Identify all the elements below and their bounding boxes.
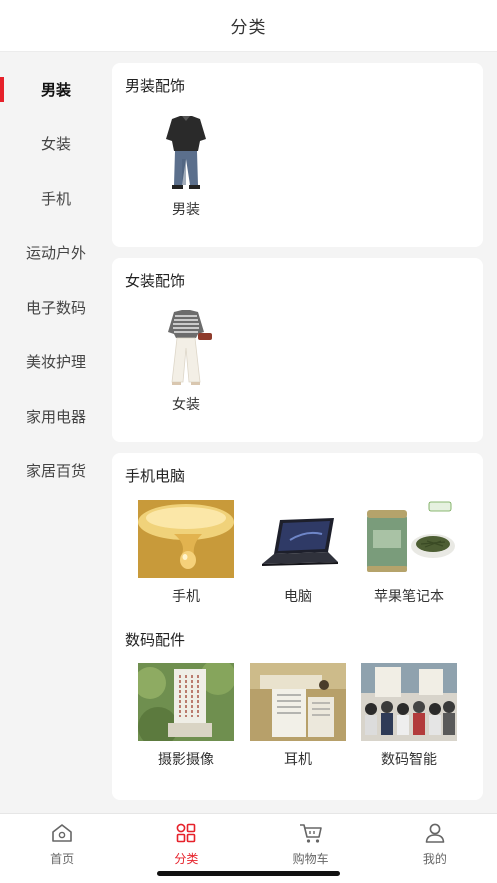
sidebar-item-label: 女装 (40, 135, 71, 154)
sidebar-item-home[interactable]: 家居百货 (0, 444, 112, 499)
section-title: 女装配饰 (125, 272, 186, 290)
category-tile-earphones[interactable]: 耳机 (248, 663, 348, 769)
category-tile-camera[interactable]: 摄影摄像 (136, 663, 236, 769)
tab-label: 分类 (174, 852, 199, 866)
category-sidebar: 男装 女装 手机 运动户外 电子数码 美妆护理 家用电器 家居百货 (0, 53, 112, 813)
sidebar-item-label: 电子数码 (25, 298, 86, 317)
cart-icon (299, 822, 323, 848)
tile-label: 苹果笔记本 (374, 589, 444, 605)
tab-label: 首页 (50, 852, 75, 866)
sidebar-item-sports[interactable]: 运动户外 (0, 226, 112, 281)
mens-clothing-image (138, 113, 234, 191)
tab-label: 我的 (422, 852, 447, 866)
sidebar-item-appliances[interactable]: 家用电器 (0, 389, 112, 444)
earphones-photo-image (250, 663, 346, 741)
tile-label: 摄影摄像 (158, 752, 214, 768)
category-tile-macbook[interactable]: 苹果笔记本 (359, 500, 459, 606)
phone-pc-section-card: 手机电脑 手机 电脑 苹果笔记本 数码配件 摄影摄像 耳机 数码智能 (112, 453, 483, 800)
home-indicator (157, 871, 340, 876)
section-title: 男装配饰 (125, 77, 186, 95)
tea-can-image (361, 500, 457, 578)
camera-photo-image (138, 663, 234, 741)
tile-label: 耳机 (284, 752, 312, 768)
category-icon (175, 822, 197, 848)
tile-label: 女装 (172, 397, 200, 413)
laptop-image (250, 500, 346, 578)
sidebar-item-electronics[interactable]: 电子数码 (0, 280, 112, 335)
mens-section-card: 男装配饰 男装 (112, 63, 483, 247)
category-tile-smart-digital[interactable]: 数码智能 (359, 663, 459, 769)
category-tile-mens[interactable]: 男装 (136, 113, 236, 219)
tab-home[interactable]: 首页 (0, 814, 124, 883)
home-icon (51, 822, 73, 848)
tile-label: 数码智能 (381, 752, 437, 768)
page-title: 分类 (230, 18, 267, 38)
sidebar-item-mens[interactable]: 男装 (0, 62, 112, 117)
category-tile-womens[interactable]: 女装 (136, 308, 236, 414)
section-title: 手机电脑 (125, 467, 186, 485)
smart-digital-photo-image (361, 663, 457, 741)
sidebar-item-label: 家用电器 (25, 407, 86, 426)
tile-label: 电脑 (284, 589, 312, 605)
category-tile-computer[interactable]: 电脑 (248, 500, 348, 606)
sidebar-item-phone[interactable]: 手机 (0, 171, 112, 226)
sidebar-item-womens[interactable]: 女装 (0, 117, 112, 172)
sidebar-item-label: 男装 (40, 80, 71, 99)
category-tile-phone[interactable]: 手机 (136, 500, 236, 606)
tile-label: 手机 (172, 589, 200, 605)
page-header: 分类 (0, 0, 497, 52)
sidebar-item-label: 美妆护理 (25, 353, 86, 372)
tab-profile[interactable]: 我的 (373, 814, 497, 883)
womens-section-card: 女装配饰 女装 (112, 258, 483, 442)
sidebar-item-label: 家居百货 (25, 462, 86, 481)
honey-image (138, 500, 234, 578)
section-title: 数码配件 (125, 631, 186, 649)
tab-label: 购物车 (292, 852, 329, 866)
womens-clothing-image (138, 308, 234, 386)
user-icon (424, 822, 446, 848)
sidebar-item-label: 运动户外 (25, 244, 86, 263)
category-content: 男装配饰 男装 女装配饰 女装 手机电脑 手机 电脑 苹果笔记本 数码配件 摄影… (112, 53, 497, 813)
tile-label: 男装 (172, 202, 200, 218)
sidebar-item-beauty[interactable]: 美妆护理 (0, 335, 112, 390)
sidebar-item-label: 手机 (40, 189, 71, 208)
